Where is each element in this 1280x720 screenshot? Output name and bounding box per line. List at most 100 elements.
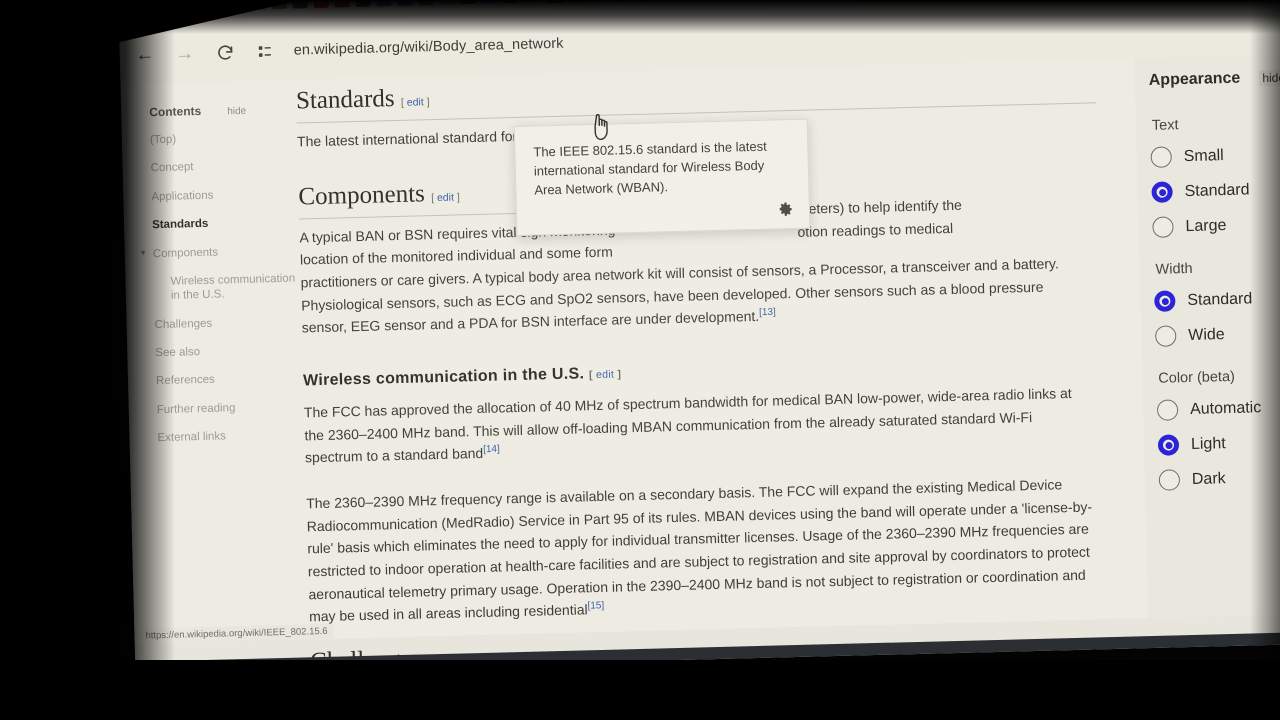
- radio-button-selected[interactable]: [1157, 434, 1180, 456]
- appearance-option-text-standard[interactable]: Standard: [1151, 177, 1280, 203]
- edge-icon[interactable]: [441, 663, 469, 674]
- chevron-down-icon[interactable]: ▾: [130, 0, 136, 11]
- start-button[interactable]: [147, 670, 175, 673]
- favicon-uii[interactable]: UI: [375, 0, 392, 6]
- toc-item-wireless-communication-in-the-u-s[interactable]: Wireless communication in the U.S.: [170, 271, 302, 303]
- radio-button[interactable]: [1158, 469, 1181, 491]
- appearance-option-text-large[interactable]: Large: [1152, 212, 1280, 238]
- appearance-option-color-beta-dark[interactable]: Dark: [1158, 465, 1280, 491]
- appearance-option-label: Standard: [1184, 180, 1250, 200]
- appearance-hide-button[interactable]: hide: [1258, 69, 1280, 87]
- chevron-down-icon[interactable]: ▾: [141, 247, 146, 258]
- favicon-google-1[interactable]: G: [165, 0, 182, 12]
- toc-item-further-reading[interactable]: Further reading: [157, 399, 305, 417]
- appearance-option-label: Large: [1185, 216, 1227, 235]
- wireless-us-edit-link[interactable]: [ edit ]: [589, 368, 621, 381]
- toc-item-challenges[interactable]: Challenges: [154, 314, 302, 332]
- radio-button-selected[interactable]: [1151, 181, 1173, 203]
- wireless-us-p2-text: The 2360–2390 MHz frequency range is ava…: [306, 476, 1093, 625]
- toc-item-top[interactable]: (Top): [150, 129, 298, 147]
- media-player-icon[interactable]: [357, 665, 385, 674]
- radio-button[interactable]: [1152, 216, 1174, 238]
- brave-icon[interactable]: [483, 662, 511, 674]
- appearance-option-label: Light: [1190, 434, 1226, 453]
- toc-hide-button[interactable]: hide: [227, 106, 246, 117]
- favicon-b[interactable]: B: [144, 0, 161, 12]
- toc-item-external-links[interactable]: External links: [157, 428, 305, 446]
- components-line-2: location of the monitored individual and…: [299, 243, 613, 268]
- appearance-option-width-standard[interactable]: Standard: [1154, 286, 1280, 312]
- toc-item-references[interactable]: References: [156, 371, 304, 389]
- favicon-grey-tile[interactable]: [354, 0, 371, 7]
- toc-item-label: References: [155, 374, 216, 388]
- reload-icon[interactable]: [213, 41, 236, 64]
- appearance-groups[interactable]: Text Small Standard Large Width Standard Wide C…: [1150, 113, 1280, 515]
- appearance-option-label: Dark: [1191, 469, 1226, 488]
- favicon-google-3[interactable]: G: [249, 0, 266, 10]
- favicon-leaf[interactable]: [270, 0, 287, 9]
- gear-icon[interactable]: [776, 200, 794, 218]
- favicon-doc[interactable]: [522, 0, 541, 4]
- favicon-photo[interactable]: [291, 0, 308, 9]
- appearance-option-color-beta-light[interactable]: Light: [1157, 430, 1280, 456]
- appearance-option-text-small[interactable]: Small: [1150, 142, 1280, 168]
- favicon-google-2[interactable]: G: [186, 0, 203, 11]
- toc-item-label: Concept: [150, 161, 194, 175]
- favicon-o-blue[interactable]: 0: [396, 0, 413, 6]
- toc-item-see-also[interactable]: See also: [155, 342, 303, 360]
- appearance-option-color-beta-automatic[interactable]: Automatic: [1156, 395, 1280, 421]
- appearance-option-label: Standard: [1187, 289, 1253, 309]
- favicon-mail[interactable]: [480, 0, 497, 4]
- favicon-dark-1[interactable]: [614, 0, 633, 1]
- favicon-lock[interactable]: [207, 0, 224, 11]
- appearance-panel[interactable]: Appearance hide Text Small Standard Large Wi…: [1134, 53, 1280, 619]
- radio-button[interactable]: [1154, 325, 1177, 347]
- components-edit-link[interactable]: [ edit ]: [431, 191, 460, 204]
- reference-14[interactable]: [14]: [483, 444, 500, 455]
- toc-item-standards[interactable]: Standards: [152, 215, 300, 233]
- reference-15[interactable]: [15]: [587, 601, 604, 612]
- toc-list[interactable]: (Top) Concept Applications Standards ▾ Compon…: [141, 129, 306, 446]
- forward-arrow-icon[interactable]: →: [174, 42, 197, 65]
- toc-item-label: External links: [157, 430, 227, 445]
- favicon-isp[interactable]: ISP: [333, 0, 350, 8]
- split-view-icon[interactable]: [253, 40, 276, 63]
- favicon-lock-2[interactable]: [417, 0, 434, 5]
- favicon-wifi[interactable]: [438, 0, 455, 5]
- appearance-option-label: Wide: [1188, 325, 1225, 344]
- chrome-icon[interactable]: [315, 666, 343, 674]
- file-explorer-icon[interactable]: [399, 664, 427, 674]
- favicon-dots[interactable]: [545, 0, 564, 3]
- standards-edit-link[interactable]: [ edit ]: [401, 96, 430, 109]
- toc-item-concept[interactable]: Concept: [151, 158, 299, 176]
- task-view-icon[interactable]: [231, 668, 259, 674]
- wireless-us-heading-text: Wireless communication in the U.S.: [302, 365, 585, 390]
- favicon-crest[interactable]: [459, 0, 476, 4]
- back-arrow-icon[interactable]: ←: [134, 43, 157, 66]
- toc-item-label: (Top): [149, 133, 177, 147]
- telegram-icon[interactable]: 101: [525, 661, 553, 674]
- radio-button[interactable]: [1156, 399, 1179, 421]
- toc-item-label: Challenges: [154, 317, 213, 331]
- favicon-green-circle[interactable]: [228, 0, 245, 10]
- wireless-us-paragraph-1: The FCC has approved the allocation of 4…: [304, 382, 1092, 470]
- table-of-contents[interactable]: Contents hide (Top) Concept Applications St…: [141, 102, 306, 460]
- monitor-photograph: ▾ BGGGEISPUI0GS0QRGWG0WK ABP ← → en.wiki…: [0, 0, 1280, 720]
- radio-button[interactable]: [1150, 146, 1172, 168]
- toc-item-label: Applications: [151, 189, 214, 203]
- music-app-icon[interactable]: [273, 667, 301, 674]
- address-bar[interactable]: en.wikipedia.org/wiki/Body_area_network: [293, 10, 1280, 65]
- toc-item-components[interactable]: ▾ Components: [141, 243, 301, 261]
- browser-window: ▾ BGGGEISPUI0GS0QRGWG0WK ABP ← → en.wiki…: [118, 0, 1280, 674]
- toc-item-applications[interactable]: Applications: [151, 186, 299, 204]
- favicon-google-4[interactable]: G: [501, 0, 518, 3]
- search-taskbar-icon[interactable]: [189, 669, 217, 674]
- link-preview-popup: The IEEE 802.15.6 standard is the latest…: [513, 118, 811, 236]
- appearance-option-width-wide[interactable]: Wide: [1154, 321, 1280, 347]
- reference-13[interactable]: [13]: [759, 307, 776, 318]
- favicon-s-red[interactable]: S: [568, 0, 587, 3]
- favicon-red-e[interactable]: E: [312, 0, 329, 8]
- favicon-globe[interactable]: [591, 0, 610, 2]
- appearance-option-label: Automatic: [1189, 398, 1262, 418]
- radio-button-selected[interactable]: [1154, 290, 1176, 312]
